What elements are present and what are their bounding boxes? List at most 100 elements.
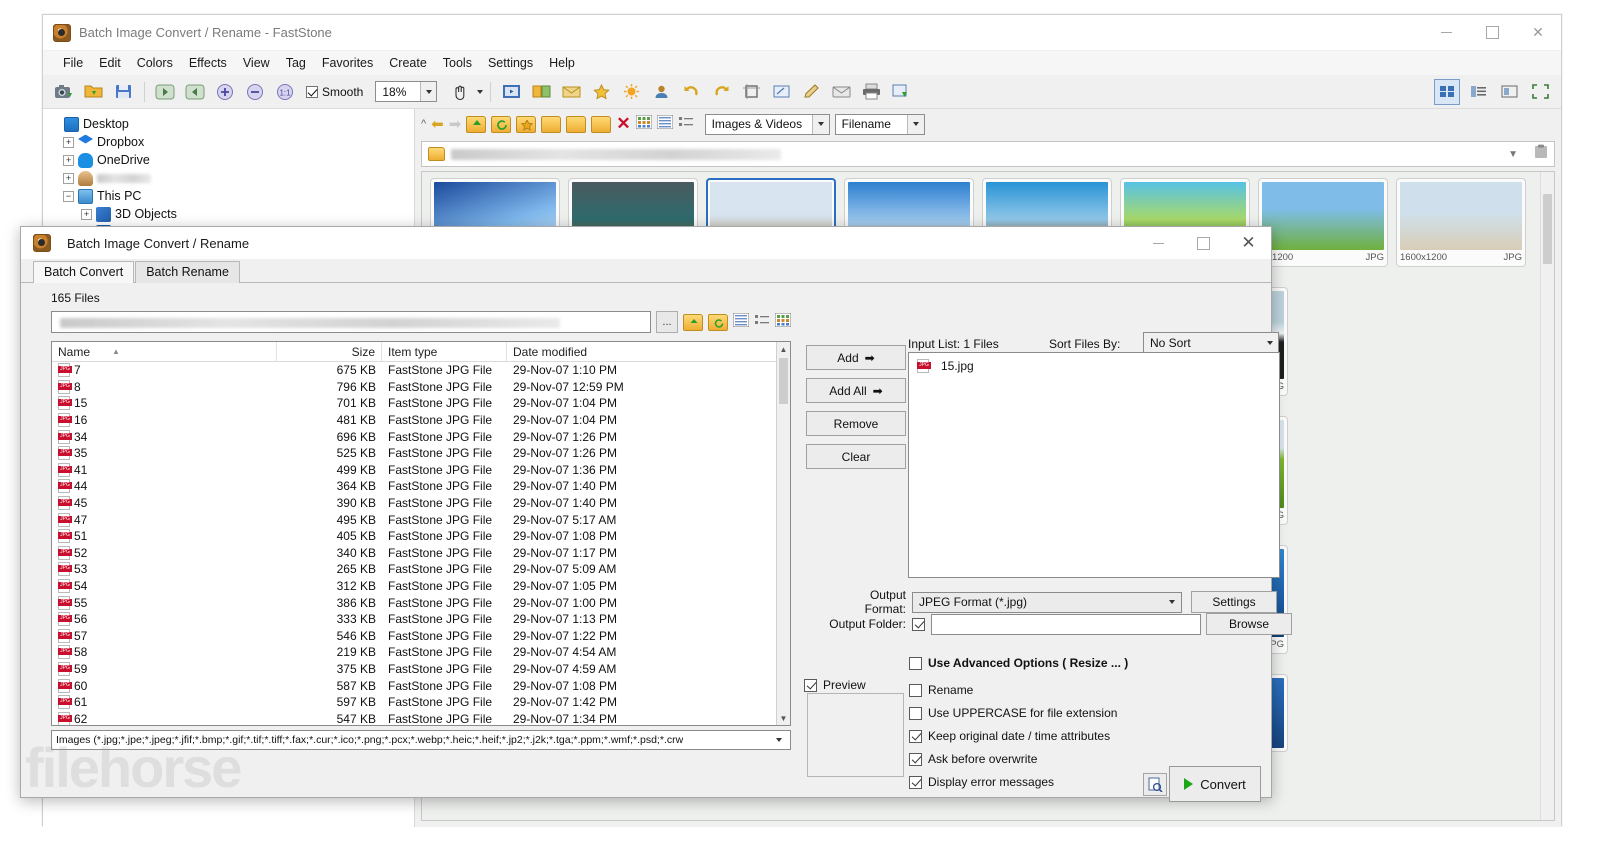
menu-help[interactable]: Help <box>541 54 583 72</box>
table-row[interactable]: 59375 KBFastStone JPG File29-Nov-07 4:59… <box>52 661 790 678</box>
email-icon[interactable] <box>828 79 854 105</box>
smooth-toggle[interactable]: Smooth <box>306 85 363 99</box>
delete-icon[interactable]: ✕ <box>616 114 630 134</box>
table-scrollbar[interactable]: ▲ ▼ <box>776 342 790 725</box>
favorite-folder-icon[interactable] <box>516 116 536 133</box>
view-list-icon[interactable] <box>657 115 673 134</box>
open-folder-icon[interactable] <box>81 79 107 105</box>
preview-row[interactable]: Preview <box>804 678 866 692</box>
table-row[interactable]: 62547 KBFastStone JPG File29-Nov-07 1:34… <box>52 710 790 726</box>
table-row[interactable]: 60587 KBFastStone JPG File29-Nov-07 1:08… <box>52 677 790 694</box>
thumbnail-item[interactable]: 0x1200JPG <box>1258 178 1388 267</box>
refresh-folder-icon[interactable] <box>491 116 511 133</box>
smooth-checkbox[interactable] <box>306 86 318 98</box>
menu-create[interactable]: Create <box>381 54 435 72</box>
expander-icon[interactable]: + <box>81 209 92 220</box>
camera-capture-icon[interactable] <box>51 79 77 105</box>
table-row[interactable]: 54312 KBFastStone JPG File29-Nov-07 1:05… <box>52 578 790 595</box>
output-format-select[interactable]: JPEG Format (*.jpg) <box>912 592 1182 613</box>
batch-convert-icon[interactable] <box>888 79 914 105</box>
dialog-close-button[interactable]: ✕ <box>1226 227 1271 259</box>
browse-dots-button[interactable]: ... <box>656 311 678 333</box>
ask-before-overwrite-checkbox[interactable] <box>909 753 922 766</box>
dialog-minimize-button[interactable] <box>1136 227 1181 259</box>
view-thumbnails-icon[interactable] <box>775 313 791 332</box>
table-row[interactable]: 57546 KBFastStone JPG File29-Nov-07 1:22… <box>52 628 790 645</box>
rename-checkbox[interactable] <box>909 684 922 697</box>
up-folder-icon[interactable] <box>466 116 486 133</box>
option-keep-date-row[interactable]: Keep original date / time attributes <box>909 729 1110 743</box>
menu-effects[interactable]: Effects <box>181 54 235 72</box>
table-row[interactable]: 53265 KBFastStone JPG File29-Nov-07 5:09… <box>52 561 790 578</box>
view-list-icon[interactable] <box>733 313 749 332</box>
column-header-size[interactable]: Size <box>277 342 382 361</box>
previous-image-icon[interactable] <box>152 79 178 105</box>
collapse-icon[interactable]: − <box>63 191 74 202</box>
add-all-button[interactable]: Add All ➡ <box>806 378 906 403</box>
up-folder-icon[interactable] <box>683 314 703 331</box>
input-list-item[interactable]: 15.jpg <box>909 353 1279 373</box>
back-icon[interactable]: ⬅ <box>431 115 444 133</box>
display-error-messages-checkbox[interactable] <box>909 776 922 789</box>
print-icon[interactable] <box>858 79 884 105</box>
view-details-small-icon[interactable] <box>678 115 694 134</box>
table-row[interactable]: 15701 KBFastStone JPG File29-Nov-07 1:04… <box>52 395 790 412</box>
chevron-down-icon[interactable] <box>812 115 829 134</box>
dialog-maximize-button[interactable] <box>1181 227 1226 259</box>
table-row[interactable]: 52340 KBFastStone JPG File29-Nov-07 1:17… <box>52 545 790 562</box>
menu-colors[interactable]: Colors <box>129 54 181 72</box>
sort-files-by-select[interactable]: No Sort <box>1143 332 1279 353</box>
chevron-down-icon[interactable] <box>420 82 436 101</box>
format-settings-button[interactable]: Settings <box>1191 591 1277 613</box>
option-uppercase-row[interactable]: Use UPPERCASE for file extension <box>909 706 1117 720</box>
sort-by-select[interactable]: Filename <box>835 114 925 135</box>
tree-item-3d-objects[interactable]: + 3D Objects <box>49 205 414 223</box>
table-row[interactable]: 58219 KBFastStone JPG File29-Nov-07 4:54… <box>52 644 790 661</box>
tree-item-user[interactable]: + <box>49 169 414 187</box>
table-row[interactable]: 35525 KBFastStone JPG File29-Nov-07 1:26… <box>52 445 790 462</box>
file-type-filter-select[interactable]: Images & Videos <box>705 114 830 135</box>
address-bar[interactable]: ▼ <box>421 141 1555 167</box>
zoom-level-combo[interactable]: 18% <box>375 81 437 102</box>
crop-icon[interactable] <box>738 79 764 105</box>
chevron-down-icon[interactable] <box>1261 333 1278 352</box>
table-row[interactable]: 56333 KBFastStone JPG File29-Nov-07 1:13… <box>52 611 790 628</box>
tree-item-onedrive[interactable]: + OneDrive <box>49 151 414 169</box>
chevron-down-icon[interactable] <box>907 115 924 134</box>
view-details-icon[interactable] <box>1465 79 1491 105</box>
table-row[interactable]: 61597 KBFastStone JPG File29-Nov-07 1:42… <box>52 694 790 711</box>
input-file-list[interactable]: 15.jpg <box>908 352 1280 578</box>
maximize-button[interactable] <box>1469 15 1515 51</box>
tree-item-dropbox[interactable]: + Dropbox <box>49 133 414 151</box>
effects-sun-icon[interactable] <box>618 79 644 105</box>
user-profile-icon[interactable] <box>648 79 674 105</box>
table-row[interactable]: 55386 KBFastStone JPG File29-Nov-07 1:00… <box>52 594 790 611</box>
menu-file[interactable]: File <box>55 54 91 72</box>
undo-icon[interactable] <box>678 79 704 105</box>
uppercase-extension-checkbox[interactable] <box>909 707 922 720</box>
view-details-icon[interactable] <box>754 313 770 332</box>
table-row[interactable]: 44364 KBFastStone JPG File29-Nov-07 1:40… <box>52 478 790 495</box>
zoom-out-icon[interactable] <box>242 79 268 105</box>
scrollbar-thumb[interactable] <box>1543 194 1552 264</box>
expander-icon[interactable]: + <box>63 137 74 148</box>
save-icon[interactable] <box>111 79 137 105</box>
zoom-in-icon[interactable] <box>212 79 238 105</box>
table-row[interactable]: 7675 KBFastStone JPG File29-Nov-07 1:10 … <box>52 362 790 379</box>
tab-batch-rename[interactable]: Batch Rename <box>135 261 240 283</box>
convert-button[interactable]: Convert <box>1169 766 1261 802</box>
column-header-date-modified[interactable]: Date modified <box>507 342 777 361</box>
menu-view[interactable]: View <box>235 54 278 72</box>
table-row[interactable]: 45390 KBFastStone JPG File29-Nov-07 1:40… <box>52 495 790 512</box>
scroll-up-caret-icon[interactable]: ^ <box>421 118 426 130</box>
column-header-name[interactable]: Name ▲ <box>52 342 277 361</box>
use-advanced-options-checkbox[interactable] <box>909 657 922 670</box>
output-folder-input[interactable] <box>931 614 1201 635</box>
clipboard-icon[interactable] <box>1534 144 1548 164</box>
menu-tag[interactable]: Tag <box>278 54 314 72</box>
tab-batch-convert[interactable]: Batch Convert <box>33 261 134 283</box>
menu-tools[interactable]: Tools <box>435 54 480 72</box>
chevron-down-icon[interactable] <box>1163 593 1181 612</box>
view-thumbnails-icon[interactable] <box>1434 79 1460 105</box>
slideshow-icon[interactable] <box>498 79 524 105</box>
